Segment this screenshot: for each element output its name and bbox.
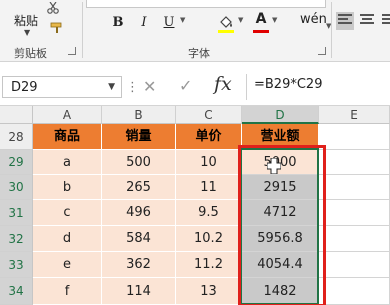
spreadsheet-grid: ABCDE28商品销量单价营业额29a50010500030b265112915… [0,106,390,305]
clipboard-group-label: 剪贴板 [14,47,47,60]
align-center-icon[interactable] [360,14,374,28]
table-cell[interactable]: 362 [102,252,176,278]
column-header-b[interactable]: B [102,106,176,124]
underline-button[interactable]: U [161,14,177,32]
column-header-c[interactable]: C [176,106,242,124]
format-painter-icon[interactable] [50,22,64,34]
row-header[interactable]: 32 [0,226,33,252]
table-cell[interactable]: d [33,226,102,252]
font-launcher-icon[interactable] [318,47,326,55]
row-header[interactable]: 31 [0,200,33,226]
table-cell[interactable]: 9.5 [176,200,242,226]
ribbon-divider [331,2,332,58]
table-header-cell[interactable]: 商品 [33,124,102,150]
table-cell[interactable]: 11.2 [176,252,242,278]
name-box[interactable]: D29 ▼ [2,76,122,98]
font-color-dropdown-icon[interactable]: ▼ [272,16,277,24]
column-header-d[interactable]: D [242,106,319,124]
cell-cursor-icon [267,158,281,174]
italic-button[interactable]: I [137,14,151,32]
table-cell[interactable]: 496 [102,200,176,226]
column-header-e[interactable]: E [319,106,390,124]
table-cell[interactable]: 10.2 [176,226,242,252]
table-cell[interactable]: 114 [102,278,176,305]
row-header[interactable]: 30 [0,175,33,200]
ribbon: 粘贴 ▼ 剪贴板 B I U ▼ ▼ A ▼ wén ▼ 字体 [0,0,390,62]
formula-bar-grip-icon[interactable]: ⋮ [126,80,139,95]
name-box-dropdown-icon[interactable]: ▼ [108,82,115,92]
row-header[interactable]: 29 [0,150,33,175]
ribbon-divider [82,2,83,58]
underline-dropdown-icon[interactable]: ▼ [180,16,185,24]
insert-function-icon[interactable]: fx [214,73,232,95]
table-cell[interactable]: b [33,175,102,200]
table-cell[interactable]: 5956.8 [242,226,319,252]
table-cell[interactable]: 500 [102,150,176,175]
table-cell[interactable]: 4054.4 [242,252,319,278]
select-all-corner[interactable] [0,106,33,124]
formula-bar: D29 ▼ ⋮ ✕ ✓ fx =B29*C29 [0,62,390,106]
table-cell[interactable]: c [33,200,102,226]
align-right-icon[interactable] [382,14,390,28]
font-name-box[interactable] [86,0,326,8]
align-left-icon[interactable] [336,12,354,30]
table-cell[interactable]: f [33,278,102,305]
formula-input[interactable]: =B29*C29 [254,77,322,92]
table-cell[interactable]: 2915 [242,175,319,200]
table-header-cell[interactable]: 销量 [102,124,176,150]
row-header[interactable]: 28 [0,124,33,150]
font-color-button[interactable]: A [254,11,268,27]
font-group-label: 字体 [188,47,210,60]
font-color-swatch [253,30,269,33]
fill-color-icon[interactable] [218,14,234,30]
column-header-a[interactable]: A [33,106,102,124]
bold-button[interactable]: B [110,14,126,32]
table-cell[interactable] [319,252,390,278]
name-box-value: D29 [11,80,38,95]
table-cell[interactable] [319,200,390,226]
paste-dropdown-icon[interactable]: ▼ [24,28,30,37]
cancel-icon[interactable]: ✕ [143,77,156,96]
table-cell[interactable]: 13 [176,278,242,305]
table-cell[interactable]: 584 [102,226,176,252]
enter-check-icon[interactable]: ✓ [179,76,192,95]
table-header-cell[interactable]: 营业额 [242,124,319,150]
paste-button[interactable]: 粘贴 ▼ [4,0,42,37]
table-cell[interactable] [319,278,390,305]
row-header[interactable]: 34 [0,278,33,305]
fill-color-dropdown-icon[interactable]: ▼ [238,16,243,24]
table-cell[interactable]: 11 [176,175,242,200]
table-header-cell[interactable] [319,124,390,150]
table-cell[interactable]: 4712 [242,200,319,226]
formula-bar-divider [246,74,247,100]
table-cell[interactable]: e [33,252,102,278]
table-cell[interactable]: 10 [176,150,242,175]
fill-color-swatch [218,30,234,33]
clipboard-launcher-icon[interactable] [68,47,76,55]
cut-icon[interactable] [46,2,60,14]
phonetic-button[interactable]: wén [300,12,327,27]
table-cell[interactable] [319,226,390,252]
table-cell[interactable]: a [33,150,102,175]
table-cell[interactable] [319,150,390,175]
table-header-cell[interactable]: 单价 [176,124,242,150]
row-header[interactable]: 33 [0,252,33,278]
table-cell[interactable] [319,175,390,200]
table-cell[interactable]: 265 [102,175,176,200]
paste-label: 粘贴 [14,14,39,28]
table-cell[interactable]: 1482 [242,278,319,305]
